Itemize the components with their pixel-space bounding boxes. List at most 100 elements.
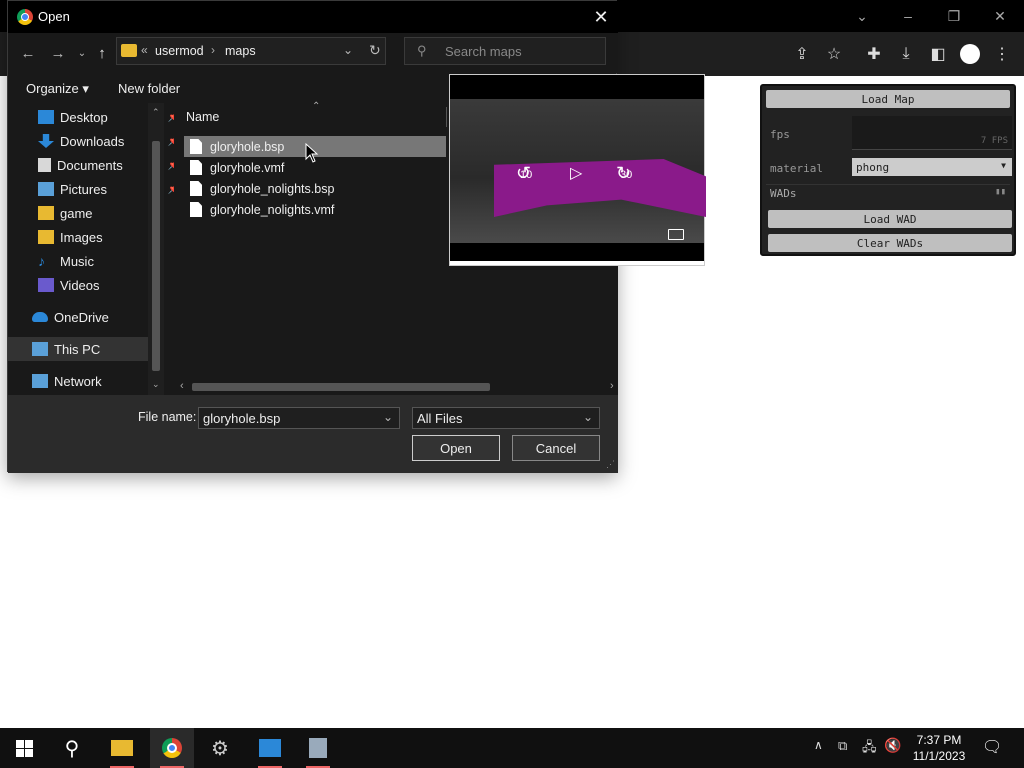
scroll-right-icon[interactable]: › xyxy=(610,380,614,392)
wads-label: WADs xyxy=(770,187,797,200)
material-select[interactable]: phong ▼ xyxy=(852,158,1012,176)
chrome-taskbar-button[interactable] xyxy=(150,728,194,768)
dialog-title: Open xyxy=(38,9,70,24)
profile-avatar-icon[interactable] xyxy=(954,38,986,70)
search-placeholder: Search maps xyxy=(445,44,522,59)
breadcrumb-usermod[interactable]: usermod xyxy=(155,44,204,58)
forward-arrow-icon[interactable]: → xyxy=(46,39,70,67)
app-gear-taskbar-icon[interactable]: ⚙ xyxy=(198,728,242,768)
tab-search-chevron-icon[interactable]: ⌄ xyxy=(840,0,884,32)
address-overflow[interactable]: « xyxy=(141,43,148,57)
scroll-left-icon[interactable]: ‹ xyxy=(180,380,184,392)
file-name-input[interactable]: gloryhole.bsp ⌄ xyxy=(198,407,400,429)
material-select-value: phong xyxy=(856,160,890,174)
downloads-icon xyxy=(38,134,54,148)
organize-button[interactable]: Organize ▾ xyxy=(26,81,89,97)
file-name: gloryhole_nolights.vmf xyxy=(210,202,335,217)
restore-icon[interactable]: ❐ xyxy=(932,0,976,32)
nav-item-label: OneDrive xyxy=(54,309,109,325)
onedrive-icon xyxy=(32,312,48,322)
download-icon[interactable]: ⤓ xyxy=(890,38,922,70)
address-bar[interactable]: « usermod › maps ⌄ ↻ xyxy=(116,37,386,65)
map-control-panel: Load Map fps 7 FPS material phong ▼ WADs… xyxy=(760,84,1016,256)
bookmark-star-icon[interactable]: ☆ xyxy=(818,38,850,70)
load-map-button[interactable]: Load Map xyxy=(766,90,1010,108)
clock[interactable]: 7:37 PM 11/1/2023 xyxy=(904,732,974,764)
scroll-up-icon[interactable]: ⌃ xyxy=(152,107,160,118)
media-player-icon xyxy=(259,739,281,757)
new-folder-button[interactable]: New folder xyxy=(118,81,180,96)
scrollbar-thumb[interactable] xyxy=(192,383,490,391)
tray-overflow-icon[interactable]: ∧ xyxy=(814,738,823,752)
forward-seconds: 30 xyxy=(620,169,633,181)
refresh-icon[interactable]: ↻ xyxy=(369,42,381,59)
media-player-taskbar-button[interactable] xyxy=(248,728,292,768)
file-name: gloryhole.bsp xyxy=(210,139,285,154)
tray-app-icon[interactable]: ⧉ xyxy=(838,738,847,754)
search-input[interactable]: ⚲ Search maps xyxy=(404,37,606,65)
file-name-value: gloryhole.bsp xyxy=(203,410,281,426)
dialog-close-button[interactable]: ✕ xyxy=(588,4,614,30)
nav-pane-scrollbar[interactable]: ⌃ ⌄ xyxy=(148,103,164,395)
nav-item-label: This PC xyxy=(54,341,101,357)
this-pc-icon xyxy=(32,342,48,356)
browser-menu-icon[interactable]: ⋮ xyxy=(986,38,1018,70)
search-taskbar-icon[interactable]: ⚲ xyxy=(50,728,94,768)
volume-muted-icon[interactable]: 🔇 xyxy=(884,737,901,754)
up-arrow-icon[interactable]: ↑ xyxy=(90,39,114,67)
column-header-name[interactable]: Name xyxy=(186,110,219,124)
share-icon[interactable]: ⇪ xyxy=(786,38,818,70)
folder-icon xyxy=(121,44,137,57)
nav-item-this-pc[interactable]: This PC xyxy=(8,337,148,361)
folder-icon xyxy=(38,206,54,220)
open-button[interactable]: Open xyxy=(412,435,500,461)
file-row[interactable]: gloryhole_nolights.vmf xyxy=(184,199,446,220)
cancel-button[interactable]: Cancel xyxy=(512,435,600,461)
chevron-down-icon: ⌄ xyxy=(582,410,593,424)
file-explorer-taskbar-button[interactable] xyxy=(100,728,144,768)
clear-wads-button[interactable]: Clear WADs xyxy=(768,234,1012,252)
dialog-title-bar: Open ✕ xyxy=(8,1,618,33)
load-wad-button[interactable]: Load WAD xyxy=(768,210,1012,228)
file-list-horizontal-scrollbar[interactable]: ‹ › xyxy=(174,379,618,395)
file-icon xyxy=(190,160,202,175)
scrollbar-thumb[interactable] xyxy=(152,141,160,371)
notepad-taskbar-button[interactable] xyxy=(296,728,340,768)
back-arrow-icon[interactable]: ← xyxy=(16,39,40,67)
collapse-icon[interactable]: ▮▮ xyxy=(995,187,1006,197)
dialog-nav-bar: ← → ⌄ ↑ « usermod › maps ⌄ ↻ ⚲ Search ma… xyxy=(8,33,618,73)
clock-time: 7:37 PM xyxy=(916,733,962,747)
desktop-icon xyxy=(38,110,54,124)
address-dropdown-chevron-icon[interactable]: ⌄ xyxy=(343,43,353,57)
side-panel-icon[interactable]: ◧ xyxy=(922,38,954,70)
network-icon xyxy=(32,374,48,388)
preview-bottom-bar xyxy=(450,261,704,265)
file-row[interactable]: gloryhole_nolights.bsp xyxy=(184,178,446,199)
column-divider[interactable] xyxy=(446,107,447,127)
play-icon[interactable]: ▷ xyxy=(570,163,582,183)
nav-item-label: Videos xyxy=(60,277,100,293)
file-type-select[interactable]: All Files ⌄ xyxy=(412,407,600,429)
resize-grip-icon[interactable]: ⋰ xyxy=(606,459,615,470)
file-name: gloryhole_nolights.bsp xyxy=(210,181,335,196)
extensions-icon[interactable]: ✚ xyxy=(858,38,890,70)
nav-item-label: Documents xyxy=(57,157,123,173)
nav-item-label: Images xyxy=(60,229,103,245)
network-tray-icon[interactable]: 🖧 xyxy=(862,738,877,760)
file-type-value: All Files xyxy=(417,410,463,426)
videos-icon xyxy=(38,278,54,292)
picture-in-picture-icon[interactable] xyxy=(668,229,684,240)
notifications-icon[interactable]: 🗨 xyxy=(982,737,1002,757)
chrome-icon xyxy=(162,738,182,758)
start-button[interactable] xyxy=(2,728,46,768)
chevron-down-icon[interactable]: ⌄ xyxy=(383,410,393,424)
fps-label: fps xyxy=(770,128,790,141)
scroll-down-icon[interactable]: ⌄ xyxy=(152,379,160,390)
breadcrumb-maps[interactable]: maps xyxy=(225,44,256,58)
search-icon: ⚲ xyxy=(417,43,427,58)
minimize-icon[interactable]: – xyxy=(886,0,930,32)
nav-item-label: game xyxy=(60,205,93,221)
nav-item-label: Music xyxy=(60,253,94,269)
browser-close-icon[interactable]: ✕ xyxy=(978,0,1022,32)
documents-icon xyxy=(38,158,51,172)
